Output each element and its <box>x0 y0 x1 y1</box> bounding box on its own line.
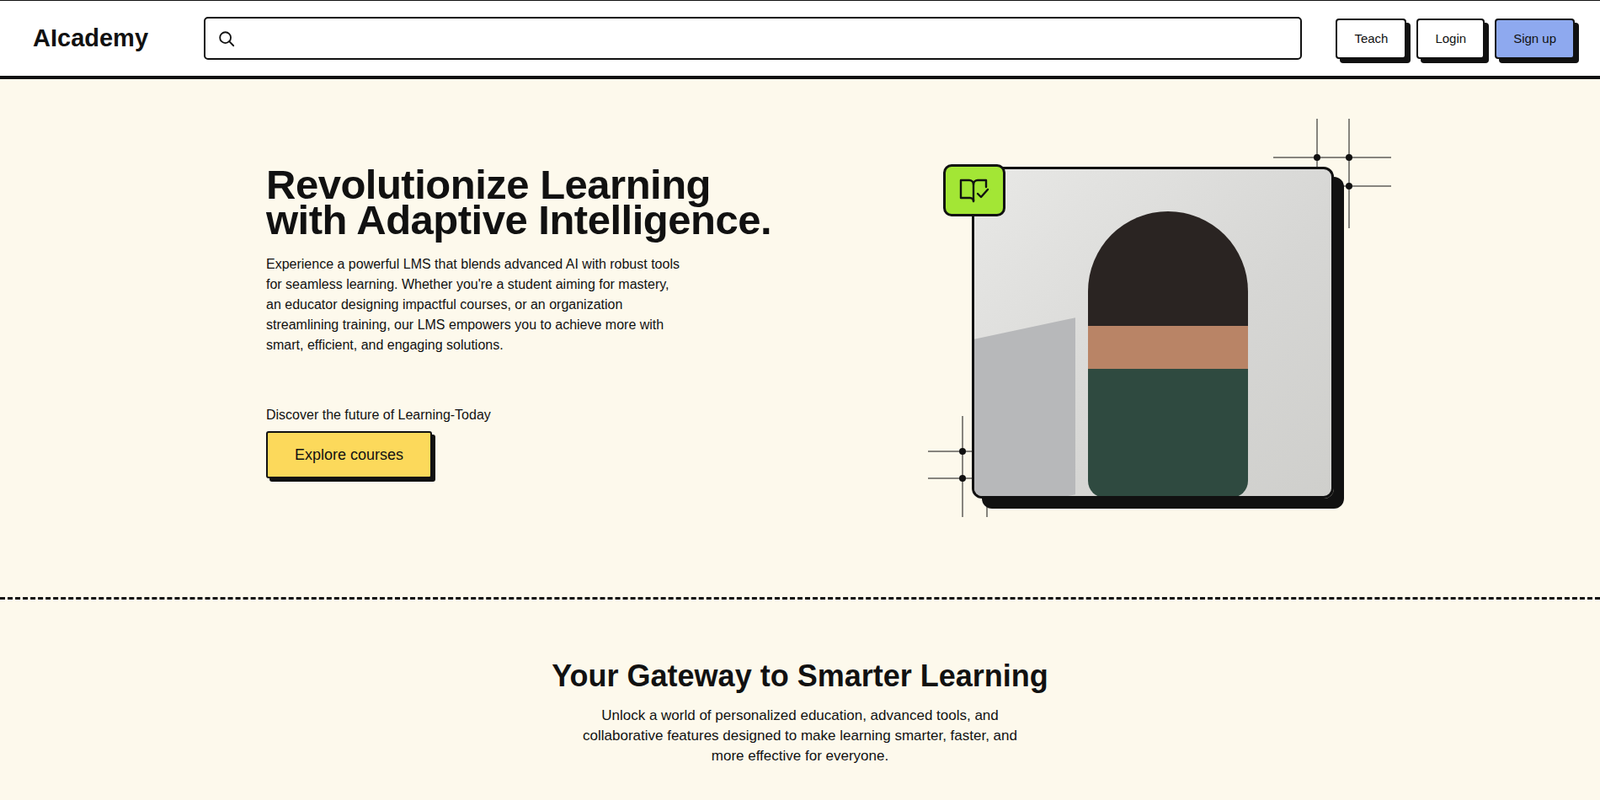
book-check-icon <box>958 176 991 205</box>
hero-description: Experience a powerful LMS that blends ad… <box>266 254 683 356</box>
header-button[interactable]: Login <box>1416 18 1485 59</box>
top-bar: AIcademy TeachLoginSign up <box>0 0 1600 80</box>
header-actions: TeachLoginSign up <box>1335 18 1575 59</box>
hero-tagline: Discover the future of Learning-Today <box>266 407 806 423</box>
search-icon <box>217 29 236 48</box>
hero-text: Revolutionize Learningwith Adaptive Inte… <box>266 166 806 595</box>
photo-person <box>1088 211 1248 498</box>
features-subtitle: Unlock a world of personalized education… <box>576 705 1024 767</box>
features-title: Your Gateway to Smarter Learning <box>0 658 1600 694</box>
explore-courses-button[interactable]: Explore courses <box>266 431 432 479</box>
search-input[interactable] <box>244 30 1289 48</box>
hero-title: Revolutionize Learningwith Adaptive Inte… <box>266 166 806 238</box>
header-button[interactable]: Sign up <box>1494 18 1575 59</box>
header-button[interactable]: Teach <box>1335 18 1407 59</box>
logo[interactable]: AIcademy <box>32 24 204 53</box>
search-field[interactable] <box>203 16 1302 60</box>
photo-laptop <box>971 317 1076 499</box>
hero-photo <box>971 166 1334 499</box>
hero-section: Revolutionize Learningwith Adaptive Inte… <box>0 79 1600 600</box>
features-section: Your Gateway to Smarter Learning Unlock a… <box>0 599 1600 800</box>
book-badge <box>943 164 1006 217</box>
page: AIcademy TeachLoginSign up Revolutionize L… <box>0 0 1600 800</box>
hero-visual <box>971 166 1334 499</box>
